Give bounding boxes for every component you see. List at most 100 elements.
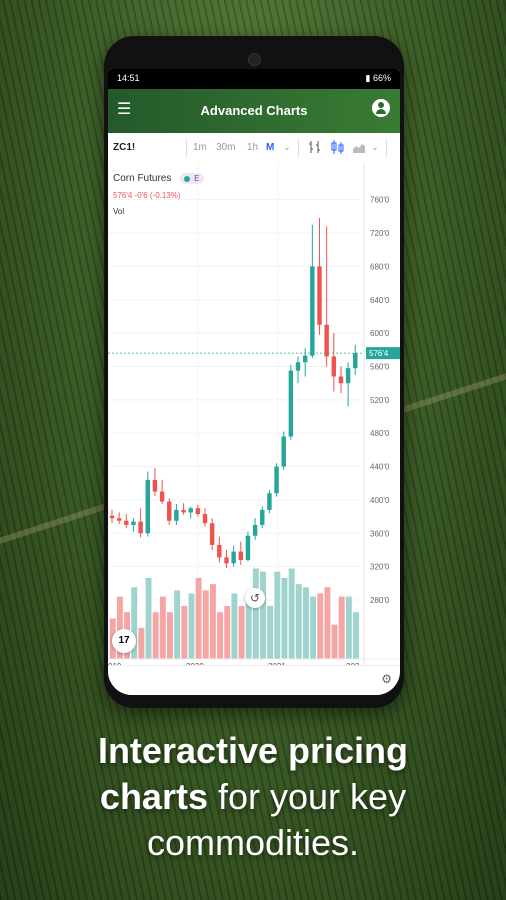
volume-bar (152, 612, 159, 659)
series-name: Corn Futures (113, 173, 172, 184)
y-tick-label: 600'0 (370, 329, 390, 338)
volume-bar (174, 590, 181, 659)
y-tick-label: 720'0 (370, 229, 390, 238)
candle-body (288, 370, 294, 437)
account-circle-icon[interactable] (372, 99, 390, 117)
candle-body (152, 479, 158, 492)
y-tick-label: 280'0 (370, 596, 390, 605)
chevron-down-icon[interactable]: ⌄ (371, 142, 379, 153)
candle-body (202, 514, 208, 524)
app-title: Advanced Charts (200, 103, 308, 118)
volume-bar (345, 596, 352, 659)
volume-bar (202, 590, 209, 659)
candle-body (310, 266, 315, 356)
y-tick-label: 560'0 (370, 362, 390, 371)
last-price-label: 576'4 (369, 349, 389, 358)
toolbar-divider (186, 139, 187, 157)
badge-label: E (194, 174, 200, 183)
volume-bar (310, 596, 317, 659)
battery-indicator: ▮ 66% (365, 73, 391, 83)
chart-toolbar: ZC1! 1m 30m 1h M ⌄ ⌄ (108, 133, 400, 164)
volume-bar (353, 612, 359, 659)
volume-bar (231, 593, 238, 659)
bar-style-icon[interactable] (308, 139, 322, 155)
interval-30m[interactable]: 30m (216, 142, 235, 153)
chart-legend: Corn Futures E (113, 173, 205, 184)
candle-body (231, 551, 236, 564)
candle-body (267, 493, 272, 510)
symbol-selector[interactable]: ZC1! (113, 142, 135, 153)
caption-line-2: charts for your key (99, 776, 407, 817)
caption-line-3: commodities. (146, 822, 360, 863)
volume-bar (188, 593, 195, 659)
volume-bar (145, 577, 152, 659)
candle-body (345, 368, 351, 384)
candle-body (252, 524, 258, 536)
toolbar-divider (298, 139, 299, 157)
candle-body (324, 324, 329, 357)
candle-body (317, 266, 322, 325)
phone-frame: 14:51 ▮ 66% ☰ Advanced Charts ZC1! 1m 30… (104, 36, 404, 708)
volume-bar (138, 627, 145, 659)
tradingview-logo-icon[interactable]: 17 (112, 629, 136, 653)
volume-bar (252, 568, 259, 659)
candle-body (353, 353, 358, 369)
candle-body (131, 521, 136, 525)
chevron-down-icon[interactable]: ⌄ (283, 142, 291, 153)
phone-screen: 14:51 ▮ 66% ☰ Advanced Charts ZC1! 1m 30… (108, 69, 400, 695)
candle-body (331, 356, 337, 377)
volume-bar (209, 584, 216, 659)
candle-body (188, 508, 193, 513)
toolbar-divider (386, 139, 387, 157)
candle-body (281, 436, 286, 467)
volume-bar (288, 568, 295, 659)
candles-style-icon[interactable] (330, 139, 344, 155)
volume-bar (317, 593, 324, 659)
area-style-icon[interactable] (352, 139, 366, 155)
last-price-change: 576'4 -0'6 (-0.13%) (113, 191, 181, 200)
app-bar: ☰ Advanced Charts (108, 89, 400, 133)
volume-bar (159, 596, 166, 659)
badge[interactable]: E (180, 173, 205, 184)
volume-bar (217, 612, 224, 659)
interval-1h[interactable]: 1h (247, 142, 258, 153)
volume-bar (338, 596, 345, 659)
y-tick-label: 360'0 (370, 529, 390, 538)
volume-bar (195, 577, 202, 659)
volume-bar (331, 624, 338, 659)
candle-body (295, 362, 301, 371)
volume-bar (181, 605, 188, 659)
candle-body (209, 523, 215, 545)
replay-icon[interactable]: ↺ (245, 588, 265, 608)
chart-bottom-bar: ⚙ (108, 665, 400, 695)
candle-body (274, 466, 279, 494)
interval-1m[interactable]: 1m (193, 142, 207, 153)
candle-body (195, 508, 201, 515)
volume-label: Vol (113, 207, 125, 216)
candle-body (224, 557, 229, 564)
volume-bar (238, 605, 245, 659)
candle-body (181, 509, 186, 513)
y-tick-label: 440'0 (370, 463, 390, 472)
candle-body (260, 509, 265, 525)
candle-body (116, 518, 122, 521)
settings-gear-icon[interactable]: ⚙ (381, 672, 392, 686)
candle-body (302, 355, 308, 363)
battery-percent: 66% (372, 73, 391, 83)
y-tick-label: 520'0 (370, 396, 390, 405)
candle-body (109, 515, 115, 519)
status-time: 14:51 (117, 73, 140, 83)
interval-month[interactable]: M (266, 142, 274, 153)
candle-body (174, 509, 179, 521)
volume-bar (281, 577, 288, 659)
volume-bar (224, 605, 231, 659)
candle-body (217, 544, 222, 558)
y-tick-label: 760'0 (370, 196, 390, 205)
caption-line-1: Interactive pricing (97, 730, 409, 771)
candle-body (167, 501, 172, 521)
volume-bar (267, 605, 274, 659)
volume-bar (302, 587, 309, 659)
volume-bar (274, 571, 281, 659)
candle-body (124, 520, 129, 525)
y-tick-label: 680'0 (370, 262, 390, 271)
